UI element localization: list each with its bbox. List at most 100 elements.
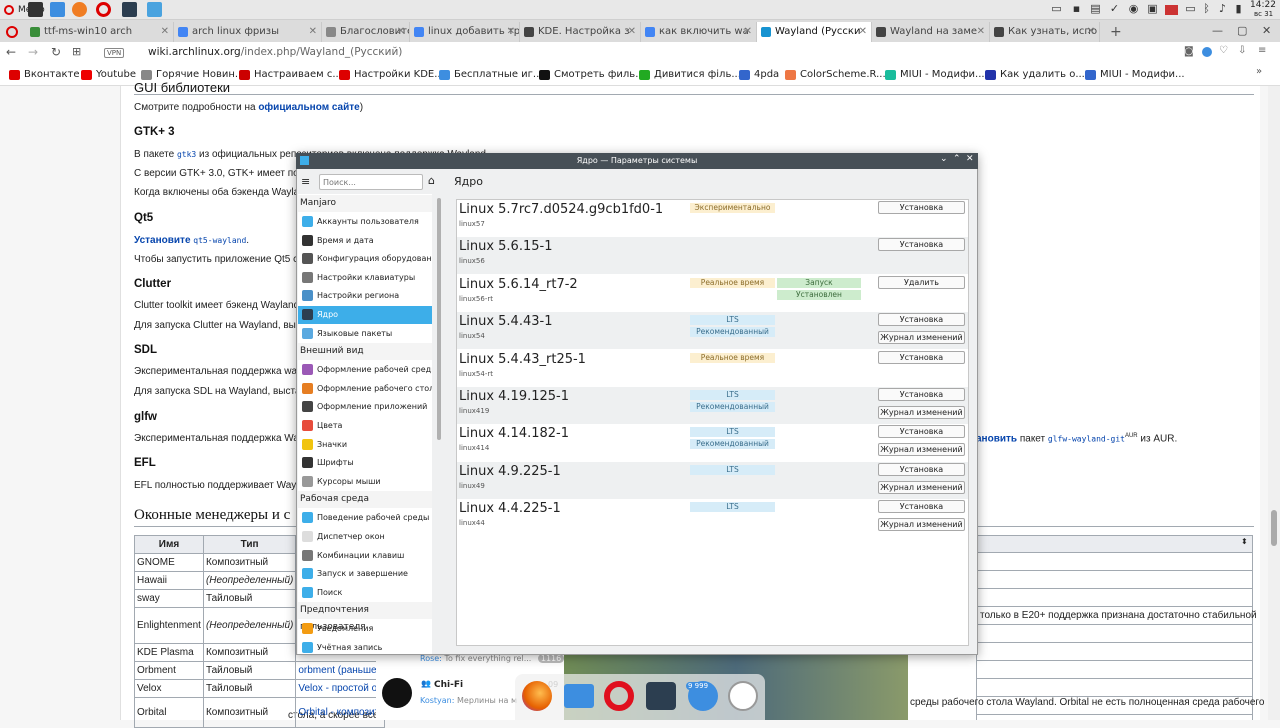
- tab-2[interactable]: arch linux фризы ✕: [174, 22, 322, 42]
- bookmark-12[interactable]: Как удалить о...: [984, 64, 1085, 86]
- sidebar-item-fonts[interactable]: Шрифты: [298, 454, 432, 472]
- close-icon[interactable]: ✕: [1262, 22, 1271, 40]
- install-button[interactable]: Установка: [878, 500, 965, 514]
- tab-4[interactable]: linux добавить тр ✕: [410, 22, 520, 42]
- wm-name[interactable]: Orbital: [134, 697, 204, 728]
- tab-close-icon[interactable]: ✕: [397, 22, 405, 42]
- wm-name[interactable]: KDE Plasma: [134, 643, 204, 662]
- devices-icon[interactable]: ▭: [1184, 2, 1197, 16]
- bookmarks-more-icon[interactable]: »: [1256, 66, 1262, 77]
- col-name[interactable]: Имя: [134, 535, 204, 554]
- install-button[interactable]: Установка: [878, 201, 965, 214]
- wm-name[interactable]: Velox: [134, 679, 204, 698]
- tab-3[interactable]: Благословите No✕: [322, 22, 410, 42]
- tab-close-icon[interactable]: ✕: [507, 22, 515, 42]
- clipboard-icon[interactable]: ▤: [1089, 2, 1102, 16]
- glfw-wayland-code[interactable]: glfw-wayland-git: [1048, 434, 1125, 443]
- bookmark-2[interactable]: Youtube: [80, 64, 136, 86]
- wm-name[interactable]: sway: [134, 589, 204, 608]
- sidebar-item-hardware[interactable]: Конфигурация оборудования: [298, 250, 432, 268]
- tab-5[interactable]: KDE. Настройка з ✕: [520, 22, 641, 42]
- page-scrollbar-thumb[interactable]: [1271, 510, 1277, 546]
- sidebar-item-workspace-theme[interactable]: Оформление рабочей среды: [298, 361, 432, 379]
- chat-icon[interactable]: ▣: [1146, 2, 1159, 16]
- bookmark-9[interactable]: 4pda: [738, 64, 779, 86]
- opera-icon[interactable]: [96, 2, 111, 17]
- chat-item-1[interactable]: Rose: To fix everything rel... 1116: [420, 654, 565, 663]
- firefox-icon[interactable]: [72, 2, 87, 17]
- speed-dial-icon[interactable]: ⊞: [72, 45, 81, 58]
- new-tab-button[interactable]: +: [1110, 22, 1122, 42]
- file-manager-icon[interactable]: [50, 2, 65, 17]
- window-icon[interactable]: ▭: [1050, 2, 1063, 16]
- maximize-icon[interactable]: ▢: [1237, 22, 1247, 40]
- qt5-wayland-code[interactable]: qt5-wayland: [193, 236, 246, 245]
- tab-9[interactable]: Как узнать, испо ✕: [990, 22, 1100, 42]
- sidebar-item-shortcuts[interactable]: Комбинации клавиш: [298, 547, 432, 565]
- tab-6[interactable]: как включить wa ✕: [641, 22, 757, 42]
- hamburger-icon[interactable]: ≡: [301, 175, 310, 188]
- sidebar-item-notifications[interactable]: Уведомления: [298, 620, 432, 638]
- bookmark-1[interactable]: Вконтакте: [8, 64, 80, 86]
- sidebar-item-workspace-behavior[interactable]: Поведение рабочей среды: [298, 509, 432, 527]
- tab-close-icon[interactable]: ✕: [628, 22, 636, 42]
- sidebar-item-language[interactable]: Языковые пакеты: [298, 325, 432, 343]
- aur-sup[interactable]: AUR: [1125, 433, 1138, 439]
- heart-icon[interactable]: ♡: [1219, 45, 1228, 56]
- install-button[interactable]: Установка: [878, 425, 965, 439]
- camera-icon[interactable]: ◙: [1184, 46, 1194, 57]
- system-settings-icon[interactable]: [646, 682, 676, 710]
- sidebar-item-keyboard[interactable]: Настройки клавиатуры: [298, 269, 432, 287]
- window-title[interactable]: Ядро — Параметры системы: [296, 153, 978, 169]
- clock-icon[interactable]: [728, 681, 758, 711]
- bookmark-8[interactable]: Дивитися філь...: [638, 64, 741, 86]
- col-type[interactable]: Тип: [202, 535, 297, 554]
- sort-icon[interactable]: ⬍: [1241, 537, 1248, 546]
- tab-close-icon[interactable]: ✕: [744, 22, 752, 42]
- clock-time[interactable]: 14:22: [1250, 0, 1276, 10]
- changelog-button[interactable]: Журнал изменений: [878, 331, 965, 345]
- back-icon[interactable]: ←: [6, 45, 16, 59]
- tab-7[interactable]: Wayland (Русски ✕: [757, 22, 872, 42]
- sidebar-scrollbar[interactable]: [437, 198, 441, 440]
- window-minimize-icon[interactable]: ⌄: [940, 154, 948, 164]
- bluetooth-icon[interactable]: ᛒ: [1200, 2, 1213, 16]
- gtk3-code[interactable]: gtk3: [177, 150, 196, 159]
- bookmark-10[interactable]: ColorScheme.R...: [784, 64, 886, 86]
- official-site-link[interactable]: официальном сайте: [258, 102, 359, 113]
- vpn-badge[interactable]: VPN: [104, 48, 125, 58]
- bookmark-4[interactable]: Настраиваем с...: [238, 64, 342, 86]
- settings-icon[interactable]: ≡: [1258, 45, 1266, 56]
- tab-8[interactable]: Wayland на заме ✕: [872, 22, 990, 42]
- wm-name[interactable]: GNOME: [134, 553, 204, 572]
- install-button[interactable]: Установка: [878, 238, 965, 252]
- chat-item-2[interactable]: Kostyan: Мерлины на м: [420, 696, 517, 705]
- changelog-button[interactable]: Журнал изменений: [878, 480, 965, 494]
- trash-icon[interactable]: ▪: [1070, 2, 1083, 16]
- qt-install-link[interactable]: Установите: [134, 235, 191, 246]
- bookmark-6[interactable]: Бесплатные иг...: [438, 64, 542, 86]
- url-field[interactable]: wiki.archlinux.org/index.php/Wayland_(Ру…: [148, 46, 402, 58]
- sidebar-item-desktop-theme[interactable]: Оформление рабочего стола: [298, 380, 432, 398]
- battery-icon[interactable]: ▮: [1232, 2, 1245, 16]
- opera-icon[interactable]: [604, 681, 634, 711]
- page-scrollbar[interactable]: [1268, 86, 1280, 720]
- tab-close-icon[interactable]: ✕: [1087, 22, 1095, 42]
- wm-name[interactable]: Hawaii: [134, 571, 204, 590]
- sidebar-item-accounts[interactable]: Аккаунты пользователя: [298, 213, 432, 231]
- sidebar-item-colors[interactable]: Цвета: [298, 417, 432, 435]
- folder-icon[interactable]: [564, 684, 594, 708]
- us-flag-icon[interactable]: [1165, 5, 1178, 15]
- volume-icon[interactable]: ♪: [1216, 2, 1229, 16]
- telegram-icon[interactable]: [147, 2, 162, 17]
- sidebar-item-search[interactable]: Поиск: [298, 584, 432, 602]
- changelog-button[interactable]: Журнал изменений: [878, 406, 965, 419]
- sidebar-item-region[interactable]: Настройки региона: [298, 287, 432, 305]
- sidebar-item-kernel[interactable]: Ядро: [298, 306, 432, 324]
- reload-icon[interactable]: ↻: [51, 45, 61, 59]
- opera-menu-icon[interactable]: [6, 26, 18, 38]
- chat-name-2[interactable]: Chi-Fi: [434, 680, 463, 690]
- changelog-button[interactable]: Журнал изменений: [878, 518, 965, 532]
- bookmark-5[interactable]: Настройки KDE...: [338, 64, 444, 86]
- sidebar-item-clock[interactable]: Время и дата: [298, 232, 432, 250]
